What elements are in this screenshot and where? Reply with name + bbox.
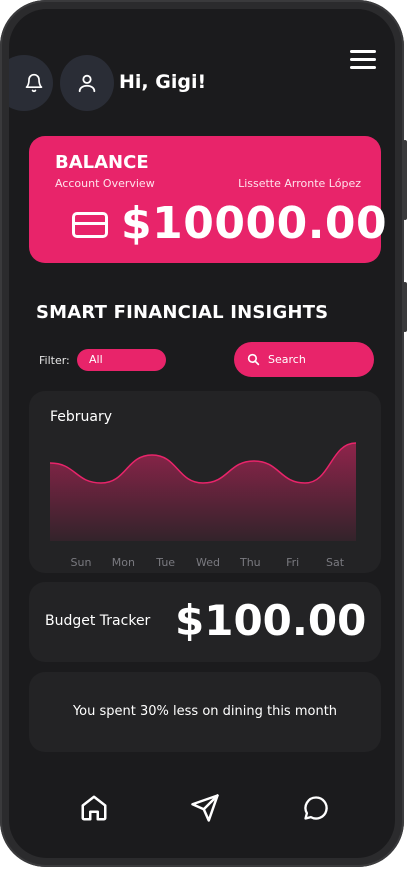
chart-title: February (50, 409, 113, 425)
app-screen: Hi, Gigi! BALANCE Account Overview Lisse… (9, 9, 395, 858)
spending-insight-text: You spent 30% less on dining this month (72, 704, 338, 719)
section-title: SMART FINANCIAL INSIGHTS (36, 302, 329, 323)
x-tick-label: Thu (239, 556, 261, 569)
phone-frame: Hi, Gigi! BALANCE Account Overview Lisse… (0, 0, 407, 867)
chart-series-line (49, 442, 357, 484)
avatar[interactable] (60, 55, 114, 111)
x-tick-label: Sat (326, 556, 345, 569)
budget-tracker-card[interactable]: Budget Tracker $100.00 (29, 582, 381, 662)
balance-title: BALANCE (55, 152, 149, 173)
account-holder-name: Lissette Arronte López (238, 177, 361, 190)
search-bar[interactable] (234, 342, 374, 377)
x-tick-label: Sun (71, 556, 92, 569)
phone-side-button (403, 282, 407, 332)
chart-area-fill (50, 443, 356, 541)
chat-icon (304, 796, 328, 820)
budget-label: Budget Tracker (45, 613, 151, 629)
home-icon (81, 795, 107, 821)
chart-card: Sun Mon Tue Wed Thu Fri Sat February (29, 391, 381, 573)
nav-chat-button[interactable] (297, 789, 335, 827)
balance-amount: $10000.00 (121, 198, 388, 249)
filter-label: Filter: (39, 354, 70, 367)
hamburger-menu-icon[interactable] (350, 50, 376, 74)
balance-subtitle: Account Overview (55, 177, 155, 190)
search-icon (247, 353, 260, 366)
x-tick-label: Tue (155, 556, 175, 569)
bell-icon (25, 73, 43, 93)
x-tick-label: Fri (286, 556, 299, 569)
notification-button[interactable] (9, 55, 53, 111)
filter-select[interactable]: All (77, 349, 166, 371)
x-tick-label: Mon (112, 556, 135, 569)
spending-insight-card: You spent 30% less on dining this month (29, 672, 381, 752)
credit-card-icon (72, 212, 108, 238)
x-tick-label: Wed (196, 556, 220, 569)
user-icon (78, 74, 96, 93)
search-input[interactable] (268, 353, 358, 366)
greeting: Hi, Gigi! (119, 71, 207, 93)
nav-home-button[interactable] (75, 789, 113, 827)
balance-card[interactable]: BALANCE Account Overview Lissette Arront… (29, 136, 387, 263)
nav-send-button[interactable] (186, 789, 224, 827)
send-icon (191, 794, 219, 822)
budget-amount: $100.00 (175, 596, 367, 645)
phone-side-button (403, 140, 407, 220)
